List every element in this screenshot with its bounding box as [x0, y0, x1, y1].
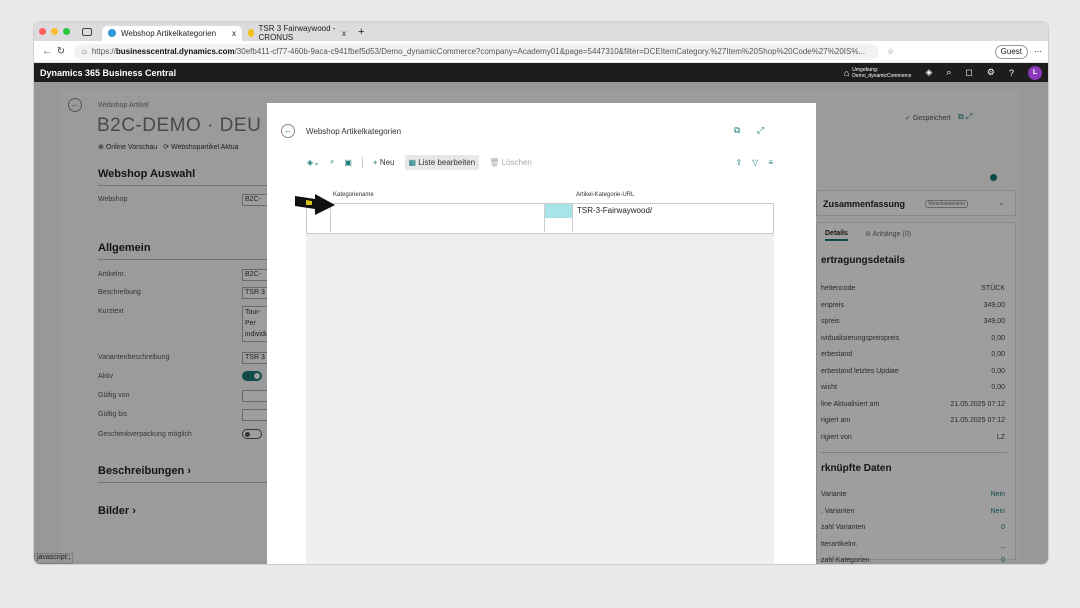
- button-label: Neu: [379, 157, 395, 167]
- annotation-arrow-icon: [295, 194, 335, 215]
- address-bar: ← ↻ ⌂ https://businesscentral.dynamics.c…: [34, 41, 1048, 63]
- environment-icon: ⌂: [843, 67, 850, 78]
- button-label: Löschen: [501, 157, 532, 167]
- favicon-icon: [108, 29, 116, 37]
- edit-list-button[interactable]: ▦ Liste bearbeiten: [404, 154, 480, 170]
- browser-window: Webshop Artikelkategorien x TSR 3 Fairwa…: [34, 22, 1048, 564]
- help-icon[interactable]: ?: [1009, 68, 1014, 78]
- list-menu-icon[interactable]: ≡: [768, 158, 773, 167]
- url-prefix: https://: [91, 47, 116, 56]
- expand-icon[interactable]: ⤢: [757, 125, 764, 136]
- url-path: /30efb411-cf77-460b-9aca-c941fbef5d53/De…: [234, 47, 866, 56]
- favicon-icon: [248, 29, 254, 37]
- lookup-cell[interactable]: [544, 218, 572, 232]
- notification-icon[interactable]: ◻: [965, 67, 972, 78]
- close-tab-icon[interactable]: x: [232, 29, 236, 38]
- copilot-icon[interactable]: ◈⌄: [307, 158, 320, 167]
- app-title: Dynamics 365 Business Central: [40, 67, 177, 78]
- delete-button[interactable]: 🗑 Löschen: [489, 158, 532, 167]
- new-button[interactable]: + Neu: [373, 158, 395, 167]
- button-label: Liste bearbeiten: [418, 157, 476, 167]
- avatar[interactable]: L: [1028, 65, 1042, 80]
- new-tab-button[interactable]: +: [358, 26, 364, 38]
- profile-label: Guest: [1000, 47, 1022, 56]
- tab-label: TSR 3 Fairwaywood - CRONUS: [258, 24, 336, 42]
- tab-webshop-artikelkategorien[interactable]: Webshop Artikelkategorien x: [102, 25, 242, 41]
- table-row[interactable]: → TSR-3-Fairwaywood/: [306, 203, 774, 219]
- more-icon[interactable]: ⋯: [1034, 47, 1042, 56]
- lock-icon: ⌂: [82, 47, 87, 56]
- column-header-kategoriename[interactable]: Kategoriename: [333, 192, 374, 198]
- grid-header: Kategoriename Artikel-Kategorie-URL: [306, 186, 774, 203]
- categories-grid: Kategoriename Artikel-Kategorie-URL → TS…: [306, 186, 774, 564]
- url-cell[interactable]: TSR-3-Fairwaywood/: [572, 204, 774, 218]
- app-bar: Dynamics 365 Business Central ⌂ Umgebung…: [34, 63, 1048, 82]
- tab-tsr3-fairwaywood[interactable]: TSR 3 Fairwaywood - CRONUS x: [242, 24, 352, 42]
- env-value: Demo_dynamicCommerce: [852, 72, 912, 79]
- column-header-url[interactable]: Artikel-Kategorie-URL: [576, 192, 634, 198]
- table-row[interactable]: [306, 218, 774, 234]
- filter-icon[interactable]: ▽: [752, 158, 758, 167]
- environment-indicator[interactable]: ⌂ Umgebung: Demo_dynamicCommerce: [844, 67, 912, 79]
- search-icon[interactable]: ⌕: [946, 67, 951, 78]
- close-tab-icon[interactable]: x: [342, 29, 346, 38]
- divider: [361, 156, 363, 168]
- copilot-icon[interactable]: ◈: [925, 67, 932, 78]
- dialog-toolbar: ◈⌄ ⌕ ▣ + Neu ▦ Liste bearbeiten 🗑 Lösche…: [307, 153, 773, 171]
- tab-actions-icon[interactable]: [82, 27, 92, 36]
- search-icon[interactable]: ⌕: [330, 157, 334, 167]
- tab-label: Webshop Artikelkategorien: [121, 28, 217, 38]
- back-icon[interactable]: ←: [40, 46, 54, 57]
- maximize-window-icon[interactable]: [63, 28, 70, 35]
- close-window-icon[interactable]: [39, 28, 46, 35]
- profile-button[interactable]: Guest: [994, 44, 1028, 59]
- dialog-title: Webshop Artikelkategorien: [306, 127, 402, 136]
- reload-icon[interactable]: ↻: [54, 46, 68, 57]
- open-new-window-icon[interactable]: ⧉: [734, 125, 740, 136]
- url-cell[interactable]: [572, 218, 774, 232]
- minimize-window-icon[interactable]: [51, 28, 58, 35]
- lookup-cell[interactable]: [544, 204, 572, 218]
- categories-dialog: ← Webshop Artikelkategorien ⧉ ⤢ ◈⌄ ⌕ ▣ +…: [267, 103, 816, 564]
- tab-strip: Webshop Artikelkategorien x TSR 3 Fairwa…: [34, 22, 1048, 42]
- share-icon[interactable]: ⇪: [735, 158, 742, 167]
- favorites-icon[interactable]: ☆: [887, 47, 894, 56]
- settings-icon[interactable]: ⚙: [987, 67, 995, 78]
- kategoriename-cell[interactable]: [330, 218, 544, 232]
- kategoriename-cell[interactable]: [330, 204, 544, 218]
- url-field[interactable]: ⌂ https://businesscentral.dynamics.com/3…: [74, 43, 879, 60]
- url-host: businesscentral.dynamics.com: [115, 47, 235, 56]
- back-arrow-icon[interactable]: ←: [281, 124, 295, 138]
- view-icon[interactable]: ▣: [344, 158, 352, 167]
